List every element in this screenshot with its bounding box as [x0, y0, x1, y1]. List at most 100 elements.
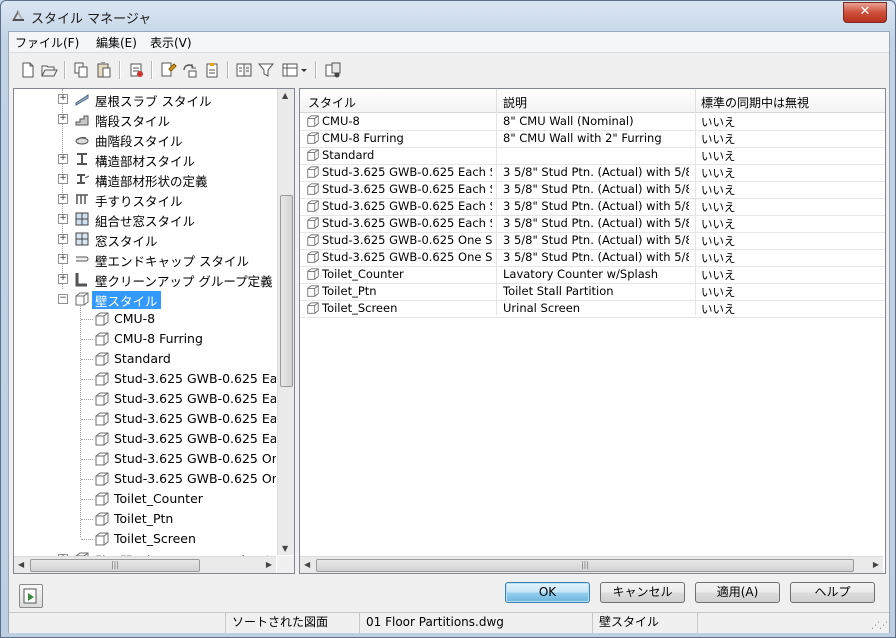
- ignore-sync-cell: いいえ: [701, 183, 736, 197]
- scroll-right-arrow-icon[interactable]: ▶: [873, 560, 879, 569]
- list-row[interactable]: CMU-8 Furring 8" CMU Wall with 2" Furring…: [300, 130, 885, 148]
- cancel-button[interactable]: キャンセル: [600, 582, 685, 603]
- tree-child-style[interactable]: CMU-8 Furring: [14, 329, 276, 349]
- purge-icon[interactable]: [127, 61, 145, 79]
- view-mode-icon[interactable]: [281, 61, 309, 79]
- column-divider[interactable]: [695, 89, 696, 112]
- tree-child-style[interactable]: Standard: [14, 349, 276, 369]
- tree-child-style[interactable]: Stud-3.625 GWB-0.625 One: [14, 449, 276, 469]
- tree-node[interactable]: + 壁エンドキャップ スタイル: [14, 249, 276, 269]
- scroll-left-arrow-icon[interactable]: ◀: [18, 560, 24, 569]
- tree-node[interactable]: + 構造部材スタイル: [14, 149, 276, 169]
- ok-button[interactable]: OK: [505, 582, 590, 603]
- apply-button[interactable]: 適用(A): [695, 582, 780, 603]
- column-divider[interactable]: [496, 89, 497, 112]
- scroll-down-arrow-icon[interactable]: ▼: [282, 544, 288, 553]
- expand-icon[interactable]: +: [58, 94, 68, 104]
- tree-node[interactable]: +曲階段スタイル: [14, 129, 276, 149]
- list-row[interactable]: CMU-8 8" CMU Wall (Nominal) いいえ: [300, 113, 885, 131]
- tree-node[interactable]: + 壁クリーンアップ グループ定義: [14, 269, 276, 289]
- filter-icon[interactable]: [257, 61, 275, 79]
- expand-icon[interactable]: +: [58, 254, 68, 264]
- menu-edit[interactable]: 編集(E): [96, 34, 137, 51]
- tree-node-label: 構造部材スタイル: [95, 154, 196, 169]
- tree-node[interactable]: + 手すりスタイル: [14, 189, 276, 209]
- column-header-description[interactable]: 説明: [503, 94, 527, 111]
- help-button[interactable]: ヘルプ: [790, 582, 875, 603]
- tree-node[interactable]: + 構造部材形状の定義: [14, 169, 276, 189]
- list-row[interactable]: Toilet_Screen Urinal Screen いいえ: [300, 300, 885, 318]
- scroll-right-arrow-icon[interactable]: ▶: [266, 560, 272, 569]
- rename-icon[interactable]: [181, 61, 199, 79]
- expand-icon[interactable]: +: [58, 214, 68, 224]
- close-button[interactable]: ✕: [843, 2, 887, 23]
- expand-icon[interactable]: +: [58, 154, 68, 164]
- list-row[interactable]: Stud-3.625 GWB-0.625 Each Side 3 5/8" Stu…: [300, 164, 885, 182]
- scroll-thumb[interactable]: |||: [30, 559, 200, 572]
- paste-icon[interactable]: [95, 61, 113, 79]
- resize-grip-icon[interactable]: ⋰⋰: [871, 621, 888, 631]
- list-row[interactable]: Standard いいえ: [300, 147, 885, 165]
- wall-style-icon: [94, 491, 110, 507]
- toolbar-separator: [151, 61, 153, 79]
- tree-child-style[interactable]: Toilet_Screen: [14, 529, 276, 549]
- sort-icon[interactable]: [235, 61, 253, 79]
- column-header-style[interactable]: スタイル: [308, 94, 356, 111]
- list-row[interactable]: Toilet_Counter Lavatory Counter w/Splash い…: [300, 266, 885, 284]
- tree-child-style[interactable]: Stud-3.625 GWB-0.625 Eac: [14, 389, 276, 409]
- drawing-manager-icon[interactable]: [324, 61, 342, 79]
- style-list[interactable]: スタイル 説明 標準の同期中は無視 CMU-8 8" CMU Wall (Nomi…: [299, 88, 886, 574]
- tree-guide-line: [81, 439, 93, 440]
- list-row[interactable]: Stud-3.625 GWB-0.625 Each Sid... 3 5/8" S…: [300, 215, 885, 233]
- expand-icon[interactable]: +: [58, 174, 68, 184]
- tree-node[interactable]: + 組合せ窓スタイル: [14, 209, 276, 229]
- tree-horizontal-scrollbar[interactable]: ◀ ||| ▶: [14, 556, 276, 573]
- edit-style-icon[interactable]: [159, 61, 177, 79]
- wall-style-icon: [306, 233, 320, 247]
- status-category: 壁スタイル: [592, 613, 697, 633]
- ignore-sync-cell: いいえ: [701, 268, 736, 282]
- tree-child-style[interactable]: Stud-3.625 GWB-0.625 One: [14, 469, 276, 489]
- tree-child-style[interactable]: Stud-3.625 GWB-0.625 Eac: [14, 409, 276, 429]
- scroll-up-arrow-icon[interactable]: ▲: [282, 91, 288, 100]
- open-icon[interactable]: [40, 61, 58, 79]
- toolbar-separator: [227, 61, 229, 79]
- column-header-ignore-sync[interactable]: 標準の同期中は無視: [701, 94, 809, 111]
- properties-icon[interactable]: [203, 61, 221, 79]
- collapse-icon[interactable]: −: [58, 294, 68, 304]
- wall-style-icon: [306, 216, 320, 230]
- copy-icon[interactable]: [72, 61, 90, 79]
- list-horizontal-scrollbar[interactable]: ◀ ||| ▶: [300, 556, 883, 573]
- toolbar-separator: [315, 61, 317, 79]
- menu-view[interactable]: 表示(V): [150, 34, 192, 51]
- toggle-viewer-icon[interactable]: [19, 584, 43, 608]
- list-row[interactable]: Toilet_Ptn Toilet Stall Partition いいえ: [300, 283, 885, 301]
- tree-vertical-scrollbar[interactable]: ▲ ▼: [277, 89, 294, 555]
- style-tree[interactable]: +屋根スラブ スタイル+階段スタイル+曲階段スタイル + 構造部材スタイル+構造部材…: [13, 88, 295, 574]
- tree-child-style[interactable]: Stud-3.625 GWB-0.625 Eac: [14, 429, 276, 449]
- tree-child-style[interactable]: Stud-3.625 GWB-0.625 Eac: [14, 369, 276, 389]
- scroll-left-arrow-icon[interactable]: ◀: [304, 560, 310, 569]
- list-row[interactable]: Stud-3.625 GWB-0.625 One Sid... 3 5/8" St…: [300, 232, 885, 250]
- scroll-thumb[interactable]: [280, 195, 293, 387]
- tree-node[interactable]: − 壁スタイル: [14, 289, 276, 309]
- tree-child-style[interactable]: Toilet_Counter: [14, 489, 276, 509]
- description-cell: 3 5/8" Stud Ptn. (Actual) with 5/8...: [503, 199, 689, 213]
- expand-icon[interactable]: +: [58, 234, 68, 244]
- scroll-thumb[interactable]: |||: [316, 559, 854, 572]
- new-icon[interactable]: [19, 61, 37, 79]
- tree-guide-line: [81, 539, 93, 540]
- expand-icon[interactable]: +: [58, 194, 68, 204]
- tree-child-style[interactable]: Toilet_Ptn: [14, 509, 276, 529]
- expand-icon[interactable]: +: [58, 274, 68, 284]
- wall-style-icon: [94, 511, 110, 527]
- list-row[interactable]: Stud-3.625 GWB-0.625 Each Sid... 3 5/8" S…: [300, 181, 885, 199]
- tree-node[interactable]: + 窓スタイル: [14, 229, 276, 249]
- expand-icon[interactable]: +: [58, 114, 68, 124]
- menu-file[interactable]: ファイル(F): [15, 34, 79, 51]
- tree-node[interactable]: + 階段スタイル: [14, 109, 276, 129]
- list-row[interactable]: Stud-3.625 GWB-0.625 Each Sid... 3 5/8" S…: [300, 198, 885, 216]
- tree-child-style[interactable]: CMU-8: [14, 309, 276, 329]
- list-row[interactable]: Stud-3.625 GWB-0.625 One Sid... 3 5/8" St…: [300, 249, 885, 267]
- tree-node[interactable]: + 屋根スラブ スタイル: [14, 89, 276, 109]
